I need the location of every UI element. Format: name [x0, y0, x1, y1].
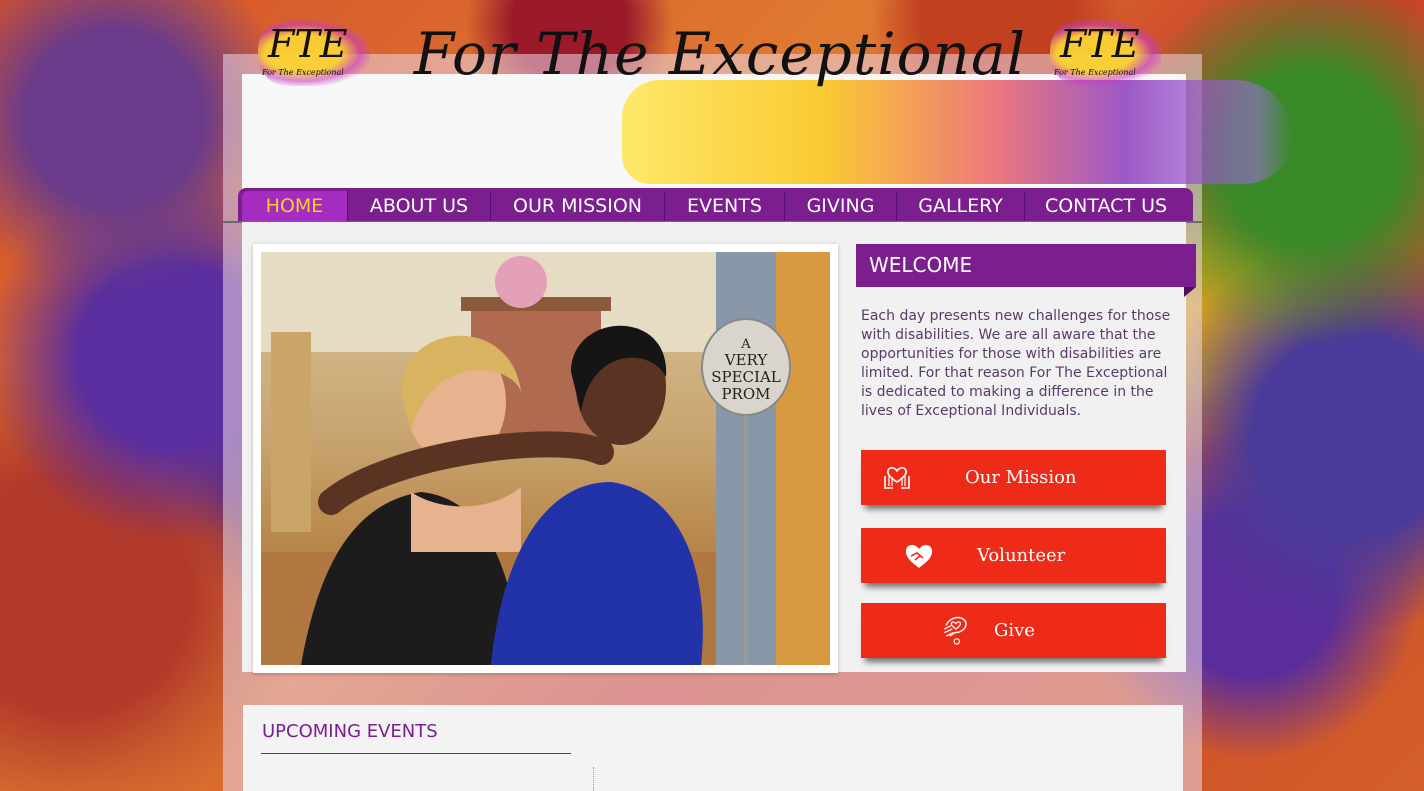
- nav-item-about-us[interactable]: ABOUT US: [348, 191, 491, 222]
- nav-item-home[interactable]: HOME: [242, 191, 348, 222]
- nav-item-gallery[interactable]: GALLERY: [897, 191, 1025, 222]
- header-brush-banner: [622, 80, 1292, 184]
- logo-mark: FTE: [268, 22, 348, 66]
- site-title: For The Exceptional: [413, 20, 1027, 88]
- welcome-heading: WELCOME: [856, 244, 1196, 287]
- volunteer-label: Volunteer: [977, 545, 1066, 566]
- main-nav: HOME ABOUT US OUR MISSION EVENTS GIVING …: [238, 188, 1193, 222]
- welcome-ribbon-fold: [1184, 287, 1196, 297]
- logo-right[interactable]: FTE For The Exceptional: [1050, 20, 1162, 86]
- nav-item-our-mission[interactable]: OUR MISSION: [491, 191, 665, 222]
- welcome-text: Each day presents new challenges for tho…: [861, 308, 1171, 419]
- site-header: [242, 74, 1292, 190]
- give-label: Give: [994, 620, 1035, 641]
- logo-left[interactable]: FTE For The Exceptional: [258, 20, 370, 86]
- nav-item-giving[interactable]: GIVING: [785, 191, 897, 222]
- our-mission-button[interactable]: Our Mission: [861, 450, 1166, 505]
- upcoming-events-underline: [261, 753, 571, 754]
- hero-photo: A VERY SPECIAL PROM: [261, 252, 830, 665]
- upcoming-events-title: UPCOMING EVENTS: [262, 721, 438, 742]
- logo-subtitle: For The Exceptional: [262, 68, 344, 77]
- giving-hand-icon: [944, 616, 967, 645]
- svg-text:VERY: VERY: [724, 351, 769, 369]
- give-button[interactable]: Give: [861, 603, 1166, 658]
- nav-item-events[interactable]: EVENTS: [665, 191, 785, 222]
- volunteer-button[interactable]: Volunteer: [861, 528, 1166, 583]
- svg-text:PROM: PROM: [721, 385, 770, 403]
- logo-mark: FTE: [1060, 22, 1140, 66]
- logo-subtitle: For The Exceptional: [1054, 68, 1136, 77]
- svg-text:A: A: [740, 337, 751, 352]
- events-divider: [593, 767, 594, 791]
- handshake-heart-icon: [905, 544, 933, 568]
- our-mission-label: Our Mission: [965, 467, 1077, 488]
- upcoming-events-panel: [243, 705, 1183, 791]
- nav-item-contact-us[interactable]: CONTACT US: [1025, 191, 1187, 222]
- svg-text:SPECIAL: SPECIAL: [711, 368, 781, 386]
- hero-photo-illustration: A VERY SPECIAL PROM: [261, 252, 830, 665]
- hands-heart-icon: [884, 467, 910, 489]
